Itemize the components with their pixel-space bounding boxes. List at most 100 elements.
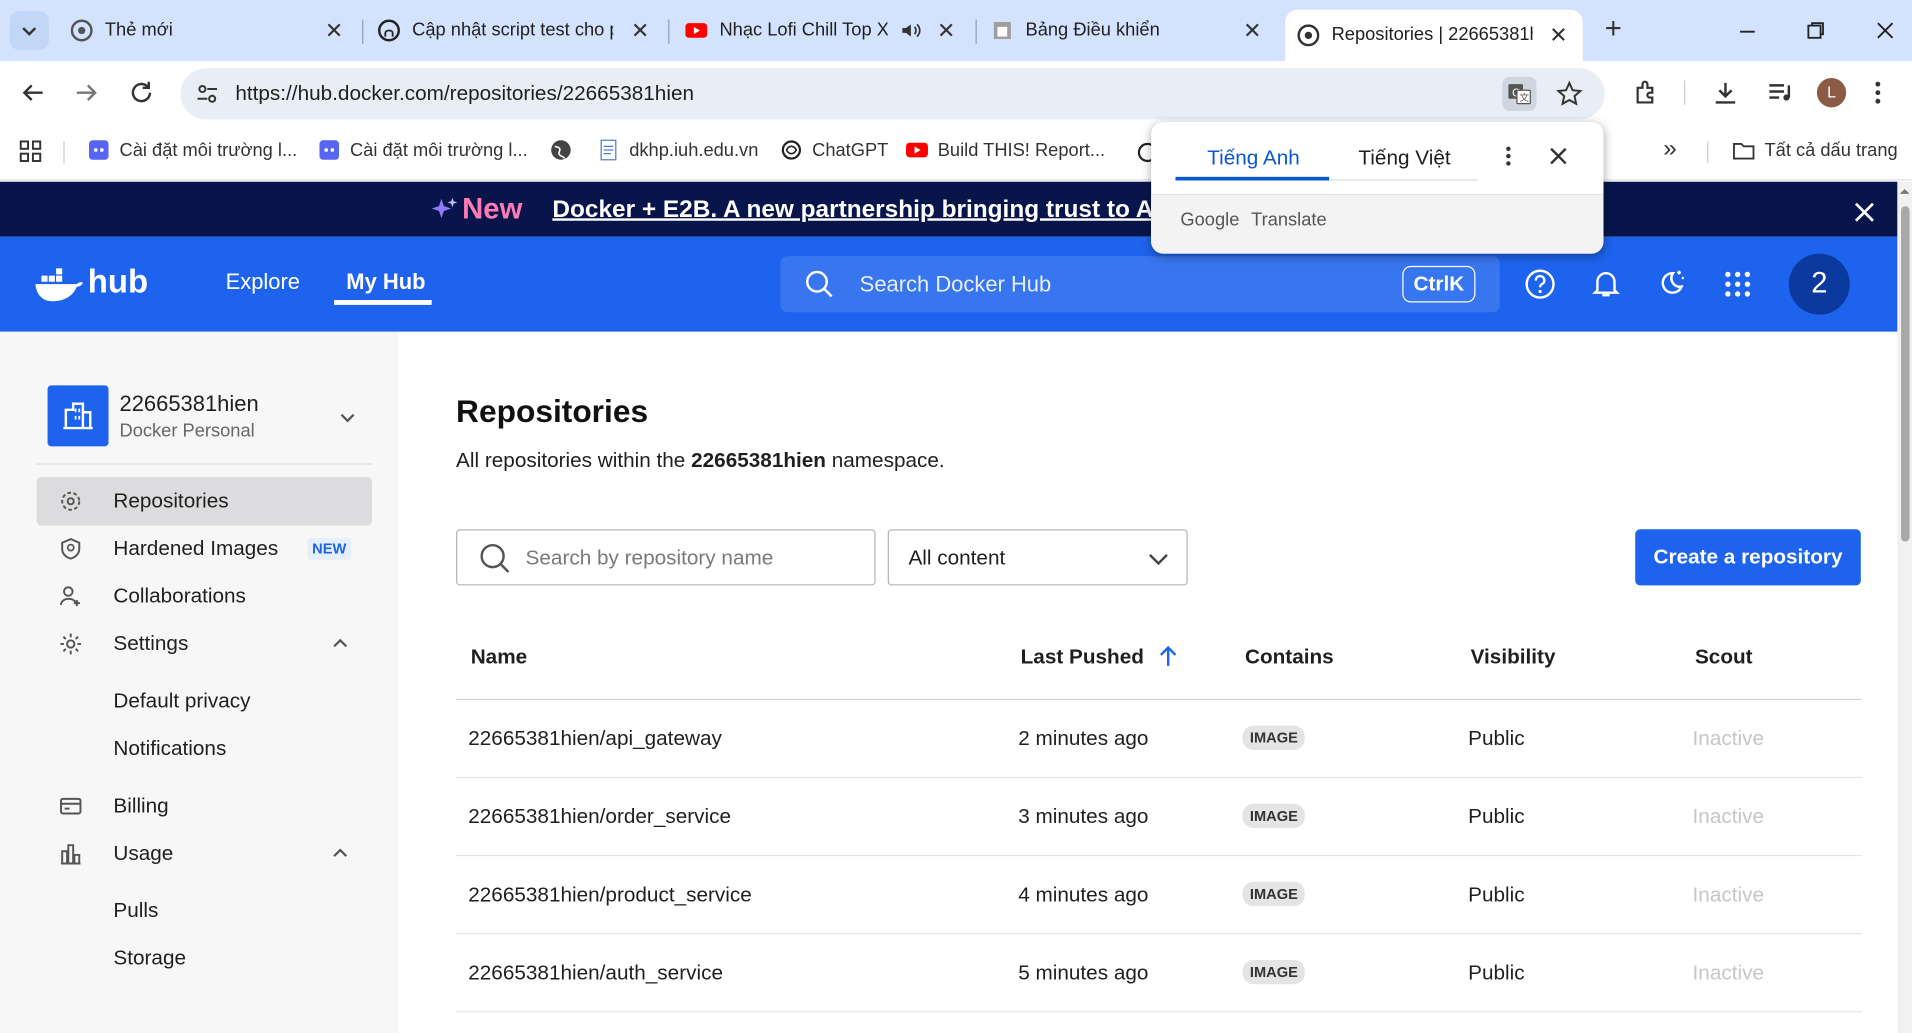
bookmarks-overflow-button[interactable]: » (1663, 135, 1677, 163)
sidebar-item-usage[interactable]: Usage (37, 829, 372, 878)
sidebar-item-collaborations[interactable]: Collaborations (37, 572, 372, 621)
chevron-down-icon[interactable] (337, 406, 359, 428)
back-icon[interactable] (18, 78, 47, 107)
sidebar-item-hardened-images[interactable]: Hardened Images NEW (37, 524, 372, 573)
tab-docker-active[interactable]: Repositories | 22665381hi ✕ (1285, 9, 1583, 61)
arrow-up-icon[interactable] (1156, 644, 1180, 668)
address-bar[interactable]: https://hub.docker.com/repositories/2266… (180, 68, 1605, 120)
close-icon[interactable]: ✕ (627, 17, 654, 44)
theme-toggle-icon[interactable] (1655, 267, 1687, 299)
nav-explore[interactable]: Explore (226, 270, 300, 296)
sidebar-item-settings[interactable]: Settings (37, 620, 372, 669)
close-icon[interactable]: ✕ (321, 17, 348, 44)
bookmark-item[interactable]: dkhp.iuh.edu.vn (598, 139, 758, 161)
search-icon (806, 270, 833, 298)
bookmark-item[interactable]: Build THIS! Report... (906, 139, 1105, 161)
scout-status: Inactive (1692, 726, 1764, 751)
chatgpt-icon (781, 140, 802, 160)
repo-name-link[interactable]: 22665381hien/auth_service (468, 961, 723, 985)
sidebar-subitem-pulls[interactable]: Pulls (113, 899, 158, 923)
table-row[interactable]: 22665381hien/order_service 3 minutes ago… (456, 778, 1863, 857)
tab-search-button[interactable] (9, 10, 49, 51)
help-icon[interactable] (1524, 268, 1556, 300)
discord-icon (89, 140, 109, 160)
bookmark-item[interactable]: Cài đặt môi trường l... (88, 139, 297, 161)
last-pushed: 3 minutes ago (1018, 804, 1149, 829)
url-text[interactable]: https://hub.docker.com/repositories/2266… (235, 82, 694, 106)
page-scrollbar[interactable] (1897, 181, 1912, 1033)
close-icon[interactable] (1550, 147, 1567, 165)
create-repository-button[interactable]: Create a repository (1635, 529, 1861, 586)
translate-icon: G文 (1508, 84, 1531, 105)
bookmark-item[interactable] (550, 139, 582, 161)
scroll-up-arrow-icon[interactable] (1899, 187, 1910, 197)
media-control-icon[interactable] (1766, 78, 1795, 107)
sidebar-item-label: Usage (113, 841, 174, 865)
tab-dashboard[interactable]: Bảng Điều khiển ✕ (979, 5, 1279, 56)
extensions-icon[interactable] (1632, 78, 1661, 107)
new-tab-button[interactable]: + (1597, 14, 1629, 47)
banner-link[interactable]: Docker + E2B. A new partnership bringing… (552, 196, 1180, 224)
speaker-icon[interactable] (900, 20, 922, 42)
docker-whale-icon (35, 268, 83, 302)
nav-my-hub[interactable]: My Hub (346, 270, 425, 296)
nav-active-indicator (334, 300, 432, 305)
download-icon[interactable] (1711, 78, 1740, 107)
profile-avatar[interactable]: L (1816, 78, 1847, 108)
new-badge: NEW (307, 537, 352, 560)
bell-icon[interactable] (1590, 267, 1622, 299)
docker-hub-logo[interactable]: hub (34, 263, 156, 304)
sidebar-item-repositories[interactable]: Repositories (36, 476, 372, 526)
sidebar-subitem-storage[interactable]: Storage (113, 946, 186, 970)
repository-search-input[interactable]: Search by repository name (456, 529, 876, 586)
repo-name-link[interactable]: 22665381hien/product_service (468, 883, 752, 907)
star-icon[interactable] (1556, 80, 1583, 107)
reload-icon[interactable] (127, 78, 156, 107)
repo-name-link[interactable]: 22665381hien/order_service (468, 805, 731, 829)
translate-footer: Google Translate (1151, 195, 1604, 254)
close-icon[interactable] (1853, 201, 1875, 223)
scrollbar-thumb[interactable] (1901, 206, 1910, 542)
close-window-icon[interactable] (1874, 20, 1896, 42)
tab-new-tab[interactable]: Thẻ mới ✕ (59, 5, 359, 56)
sidebar-subitem-default-privacy[interactable]: Default privacy (113, 689, 250, 713)
bookmark-item[interactable]: Cài đặt môi trường l... (318, 139, 528, 161)
sidebar-item-label: Hardened Images (113, 536, 279, 560)
announcement-banner: New Docker + E2B. A new partnership brin… (0, 181, 1898, 237)
restore-icon[interactable] (1805, 20, 1827, 42)
minimize-icon[interactable] (1736, 21, 1758, 43)
bookmarks-bar: Cài đặt môi trường l... Cài đặt môi trườ… (0, 124, 1912, 181)
scout-status: Inactive (1692, 961, 1764, 985)
translate-tab-divider (1329, 179, 1478, 181)
close-icon[interactable]: ✕ (1239, 17, 1266, 44)
apps-grid-icon[interactable] (19, 140, 42, 162)
hub-search-input[interactable]: Search Docker Hub CtrlK (780, 256, 1500, 313)
forward-icon[interactable] (72, 78, 101, 107)
table-row[interactable]: 22665381hien/api_gateway 2 minutes ago I… (456, 700, 1863, 779)
table-row[interactable]: 22665381hien/auth_service 5 minutes ago … (456, 934, 1863, 1013)
more-vert-icon[interactable] (1872, 78, 1884, 107)
sidebar-item-label: Collaborations (113, 584, 246, 608)
close-icon[interactable]: ✕ (933, 17, 960, 44)
repo-name-link[interactable]: 22665381hien/api_gateway (468, 727, 722, 751)
all-bookmarks-button[interactable]: Tất cả dấu trang (1733, 139, 1898, 161)
translate-button[interactable]: G文 (1502, 76, 1537, 111)
translate-source-language-tab[interactable]: Tiếng Anh (1207, 146, 1300, 170)
user-avatar[interactable]: 2 (1788, 253, 1850, 315)
sidebar-item-billing[interactable]: Billing (37, 782, 372, 831)
column-header-name[interactable]: Name (471, 645, 527, 669)
translate-target-language-tab[interactable]: Tiếng Việt (1358, 146, 1450, 170)
bookmark-item[interactable]: ChatGPT (780, 139, 888, 161)
close-icon[interactable]: ✕ (1545, 22, 1572, 49)
content-filter-select[interactable]: All content (887, 529, 1188, 586)
apps-grid-icon[interactable] (1723, 270, 1752, 299)
more-vert-icon[interactable] (1504, 144, 1514, 168)
tab-github[interactable]: Cập nhật script test cho p ✕ (366, 5, 666, 56)
tab-youtube[interactable]: Nhạc Lofi Chill Top Xu ✕ (673, 5, 973, 56)
site-info-icon[interactable] (195, 82, 219, 106)
toolbar-divider (1683, 80, 1686, 105)
column-header-last-pushed[interactable]: Last Pushed (1021, 645, 1144, 669)
table-row[interactable]: 22665381hien/product_service 4 minutes a… (456, 856, 1863, 935)
tab-title: Cập nhật script test cho p (412, 19, 614, 41)
sidebar-subitem-notifications[interactable]: Notifications (113, 737, 226, 761)
